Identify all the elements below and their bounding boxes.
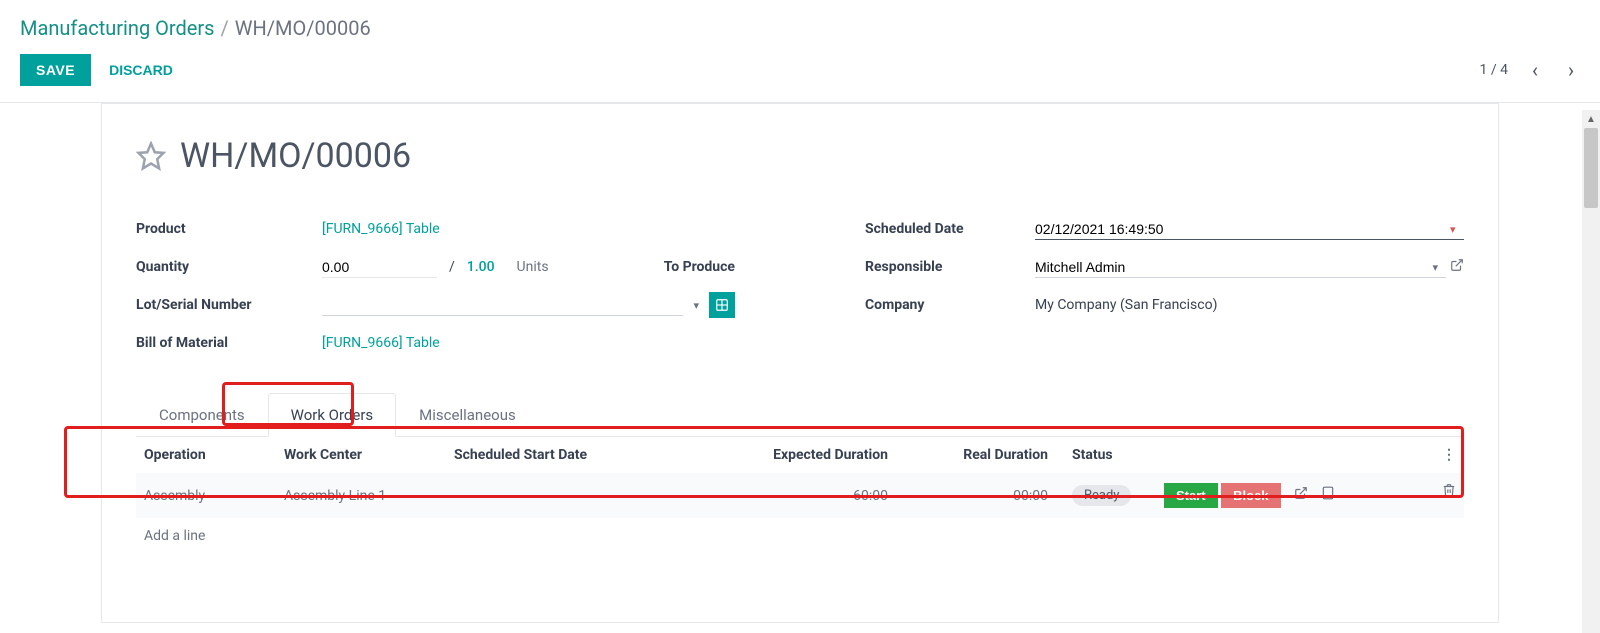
- responsible-label: Responsible: [865, 259, 1035, 275]
- responsible-input[interactable]: [1035, 257, 1446, 278]
- pager-counter[interactable]: 1 / 4: [1480, 62, 1508, 78]
- bom-label: Bill of Material: [136, 335, 322, 351]
- quantity-units: Units: [517, 259, 549, 275]
- start-button[interactable]: Start: [1164, 483, 1218, 508]
- breadcrumb-root[interactable]: Manufacturing Orders: [20, 16, 215, 40]
- action-bar: SAVE DISCARD 1 / 4 ‹ ›: [0, 52, 1600, 103]
- quantity-label: Quantity: [136, 259, 322, 275]
- th-work-center[interactable]: Work Center: [276, 437, 446, 473]
- cell-operation[interactable]: Assembly: [136, 473, 276, 518]
- tab-components[interactable]: Components: [136, 393, 268, 437]
- scheduled-date-label: Scheduled Date: [865, 221, 1035, 237]
- tablet-view-icon[interactable]: [1321, 488, 1335, 504]
- tab-work-orders[interactable]: Work Orders: [268, 393, 397, 437]
- trash-icon: [1442, 483, 1456, 497]
- status-badge: Ready: [1072, 485, 1131, 506]
- discard-button[interactable]: DISCARD: [109, 62, 173, 78]
- scheduled-date-caret-icon[interactable]: ▾: [1450, 223, 1456, 236]
- th-scheduled-start[interactable]: Scheduled Start Date: [446, 437, 746, 473]
- save-button[interactable]: SAVE: [20, 54, 91, 86]
- open-work-order-icon[interactable]: [1294, 488, 1311, 504]
- cell-scheduled-start[interactable]: [446, 473, 746, 518]
- grid-icon: [715, 298, 729, 312]
- table-row[interactable]: Assembly Assembly Line 1 60:00 00:00 Rea…: [136, 473, 1464, 518]
- pager-next-button[interactable]: ›: [1562, 56, 1580, 84]
- scrollbar-thumb[interactable]: [1584, 128, 1598, 208]
- pager: 1 / 4 ‹ ›: [1480, 56, 1581, 84]
- cell-work-center[interactable]: Assembly Line 1: [276, 473, 446, 518]
- breadcrumb-current: WH/MO/00006: [235, 16, 371, 40]
- lot-serial-label: Lot/Serial Number: [136, 297, 322, 313]
- pager-prev-button[interactable]: ‹: [1526, 56, 1544, 84]
- quantity-separator: /: [449, 259, 455, 275]
- th-expected-duration[interactable]: Expected Duration: [746, 437, 896, 473]
- product-value[interactable]: [FURN_9666] Table: [322, 221, 735, 237]
- cell-expected-duration[interactable]: 60:00: [746, 473, 896, 518]
- tab-miscellaneous[interactable]: Miscellaneous: [396, 393, 539, 437]
- external-link-icon: [1294, 486, 1308, 500]
- cell-real-duration[interactable]: 00:00: [896, 473, 1056, 518]
- vertical-scrollbar[interactable]: ▲: [1582, 110, 1600, 633]
- th-real-duration[interactable]: Real Duration: [896, 437, 1056, 473]
- tablet-icon: [1321, 486, 1335, 500]
- th-operation[interactable]: Operation: [136, 437, 276, 473]
- bom-value[interactable]: [FURN_9666] Table: [322, 335, 735, 351]
- lot-serial-caret-icon[interactable]: ▾: [693, 299, 699, 312]
- lot-serial-grid-button[interactable]: [709, 292, 735, 318]
- scrollbar-up-icon[interactable]: ▲: [1582, 110, 1600, 128]
- priority-star-icon[interactable]: [136, 141, 166, 171]
- work-orders-table: Operation Work Center Scheduled Start Da…: [136, 437, 1464, 554]
- th-status[interactable]: Status: [1056, 437, 1156, 473]
- scheduled-date-input[interactable]: [1035, 219, 1464, 240]
- lot-serial-input[interactable]: [322, 294, 683, 316]
- external-link-icon: [1450, 258, 1464, 272]
- quantity-target[interactable]: 1.00: [467, 259, 495, 275]
- responsible-caret-icon[interactable]: ▾: [1432, 261, 1438, 274]
- table-options-kebab-icon[interactable]: ⋮: [1442, 447, 1456, 463]
- breadcrumb-separator: /: [221, 16, 229, 40]
- form-sheet: WH/MO/00006 Product [FURN_9666] Table Qu…: [101, 103, 1499, 623]
- breadcrumb: Manufacturing Orders / WH/MO/00006: [20, 16, 1580, 40]
- to-produce-label: To Produce: [664, 259, 735, 275]
- company-label: Company: [865, 297, 1035, 313]
- tabs: Components Work Orders Miscellaneous: [136, 392, 1464, 437]
- company-value[interactable]: My Company (San Francisco): [1035, 297, 1464, 313]
- quantity-input[interactable]: [322, 257, 437, 278]
- add-a-line[interactable]: Add a line: [136, 518, 1464, 554]
- delete-row-icon[interactable]: [1442, 483, 1456, 501]
- record-title: WH/MO/00006: [180, 136, 411, 176]
- responsible-external-link-icon[interactable]: [1450, 258, 1464, 276]
- product-label: Product: [136, 221, 322, 237]
- block-button[interactable]: Block: [1221, 483, 1280, 508]
